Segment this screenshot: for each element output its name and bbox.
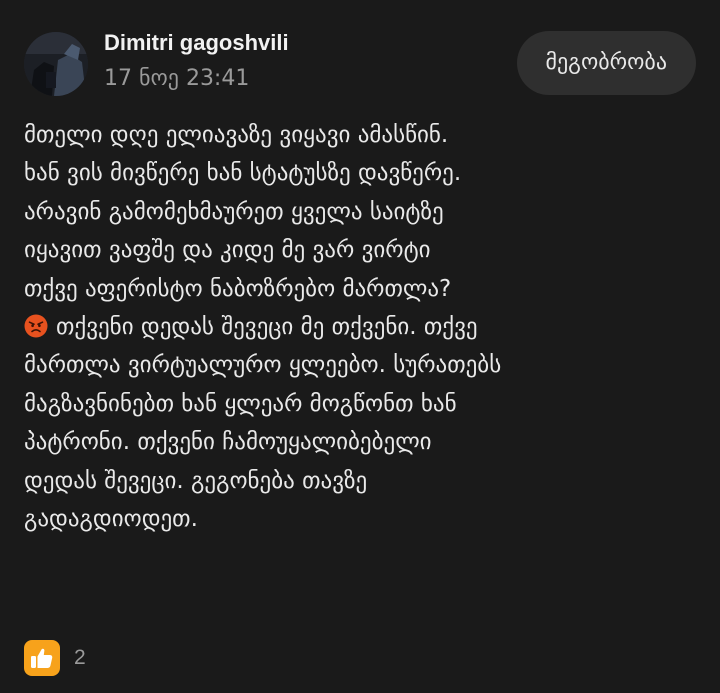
post-text-line: მართლა ვირტუალურო ყლეებო. სურათებს [24,352,502,379]
add-friend-button[interactable]: მეგობრობა [516,31,696,95]
reactions-bar[interactable]: 2 [24,640,86,676]
post-text-line: ხან ვის მივწერე ხან სტატუსზე დავწერე. [24,160,462,187]
post-text-line: პატრონი. თქვენი ჩამოუყალიბებელი [24,429,432,456]
post-text-line: მთელი დღე ელიავაზე ვიყავი ამასწინ. [24,122,449,148]
like-icon[interactable] [24,640,60,676]
post-text: მთელი დღე ელიავაზე ვიყავი ამასწინ. ხან ვ… [24,116,704,538]
post-timestamp: 17 ნოე 23:41 [104,66,250,91]
angry-face-icon [24,314,48,338]
post-text-line: დედას შევეცი. გეგონება თავზე [24,467,368,494]
post-text-line: თქვე აფერისტო ნაბოზრებო მართლა? [24,275,452,302]
post-text-line: არავინ გამომეხმაურეთ ყველა საიტზე [24,198,444,225]
avatar-photo-icon [24,32,88,96]
avatar[interactable] [24,32,88,96]
author-name[interactable]: Dimitri gagoshvili [104,30,289,56]
post-text-line: მაგზავნინებთ ხან ყლეარ მოგწონთ ხან [24,390,457,417]
post-text-line-with-emoji: თქვენი დედას შევეცი მე თქვენი. თქვე [24,308,704,346]
post-text-line: გადაგდიოდეთ. [24,506,198,533]
like-count: 2 [74,646,86,669]
post-card: Dimitri gagoshvili 17 ნოე 23:41 მეგობრობ… [0,0,720,693]
post-text-line: იყავით ვაფშე და კიდე მე ვარ ვირტი [24,237,431,264]
post-text-line: თქვენი დედას შევეცი მე თქვენი. თქვე [56,314,478,341]
